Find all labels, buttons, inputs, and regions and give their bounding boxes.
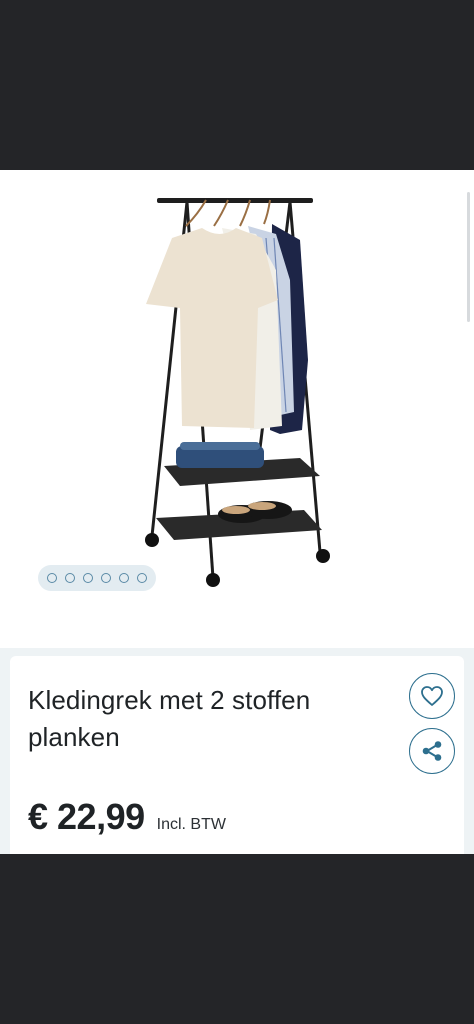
heart-icon — [421, 686, 443, 706]
product-info-card: Kledingrek met 2 stoffen planken € 22,99… — [10, 656, 464, 854]
share-icon — [422, 741, 442, 761]
gallery-pagination[interactable] — [38, 565, 156, 591]
top-dark-bar — [0, 0, 474, 170]
gallery-dot[interactable] — [101, 573, 111, 583]
bottom-dark-bar — [0, 854, 474, 1024]
product-title: Kledingrek met 2 stoffen planken — [28, 685, 311, 752]
price-row: € 22,99 Incl. BTW — [28, 796, 226, 838]
share-button[interactable] — [409, 728, 455, 774]
vat-label: Incl. BTW — [156, 816, 226, 833]
product-price: € 22,99 — [28, 796, 145, 837]
gallery-dot[interactable] — [47, 573, 57, 583]
gallery-dot[interactable] — [83, 573, 93, 583]
scrollbar[interactable] — [467, 192, 470, 322]
gallery-dot[interactable] — [137, 573, 147, 583]
product-image-gallery[interactable] — [0, 170, 474, 648]
product-image[interactable] — [130, 180, 350, 590]
favorite-button[interactable] — [409, 673, 455, 719]
gallery-dot[interactable] — [65, 573, 75, 583]
gallery-dot[interactable] — [119, 573, 129, 583]
